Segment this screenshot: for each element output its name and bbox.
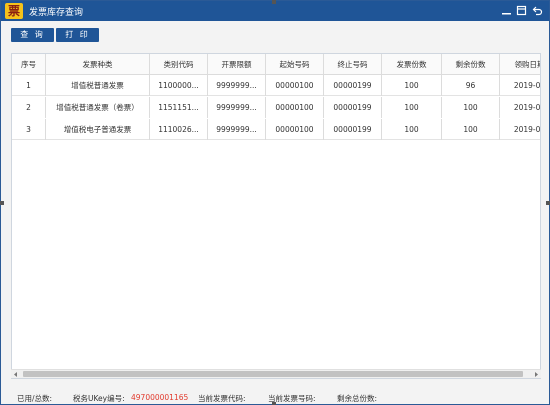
horizontal-scrollbar[interactable] (11, 369, 541, 378)
table-cell: 2019-09 (500, 97, 540, 118)
column-header[interactable]: 序号 (12, 54, 46, 75)
table-cell: 3 (12, 119, 46, 140)
column-header[interactable]: 终止号码 (324, 54, 382, 75)
table-cell: 1100000... (150, 75, 208, 96)
invoice-inventory-table: 序号发票种类类别代码开票限额起始号码终止号码发票份数剩余份数领购日期1增值税普通… (11, 53, 541, 379)
table-cell: 1 (12, 75, 46, 96)
table-cell: 00000199 (324, 97, 382, 118)
column-header[interactable]: 发票种类 (46, 54, 150, 75)
left-resize-handle[interactable] (0, 201, 4, 205)
title-bar[interactable]: 票 发票库存查询 (1, 1, 549, 21)
table-cell: 2 (12, 97, 46, 118)
print-button[interactable]: 打 印 (56, 28, 99, 42)
table-cell: 00000100 (266, 119, 324, 140)
used-total-label: 已用/总数: (17, 394, 53, 403)
status-bar: 已用/总数: 税务UKey编号: 497000001165 当前发票代码: 当前… (1, 393, 549, 405)
column-header[interactable]: 发票份数 (382, 54, 442, 75)
table-cell: 100 (382, 75, 442, 96)
window-title: 发票库存查询 (29, 8, 84, 18)
table-cell: 增值税普通发票 (46, 75, 150, 96)
table-cell: 00000199 (324, 75, 382, 96)
back-icon[interactable] (532, 5, 543, 16)
table-cell: 00000100 (266, 75, 324, 96)
column-header[interactable]: 开票限额 (208, 54, 266, 75)
remaining-total-label: 剩余总份数: (337, 394, 378, 403)
table-row[interactable]: 1 增值税普通发票 1100000... 9999999... 00000100 0000… (12, 75, 540, 96)
table-cell: 1110026... (150, 119, 208, 140)
scrollbar-thumb[interactable] (23, 371, 523, 377)
current-invoice-code-label: 当前发票代码: (198, 394, 246, 403)
column-header[interactable]: 类别代码 (150, 54, 208, 75)
table-cell: 100 (442, 119, 500, 140)
right-resize-handle[interactable] (546, 201, 550, 205)
current-invoice-number-label: 当前发票号码: (268, 394, 316, 403)
table-cell: 增值税电子普通发票 (46, 119, 150, 140)
maximize-icon[interactable] (516, 5, 527, 16)
table-header: 序号发票种类类别代码开票限额起始号码终止号码发票份数剩余份数领购日期 (12, 54, 541, 75)
table-cell: 增值税普通发票（卷票） (46, 97, 150, 118)
minimize-icon[interactable] (501, 5, 512, 16)
table-cell: 2019-09 (500, 75, 540, 96)
table-cell: 96 (442, 75, 500, 96)
table-cell: 9999999... (208, 97, 266, 118)
ukey-value: 497000001165 (131, 393, 189, 402)
table-row[interactable]: 2 增值税普通发票（卷票） 1151151... 9999999... 00000100… (12, 97, 540, 118)
table-cell: 1151151... (150, 97, 208, 118)
top-resize-handle[interactable] (272, 0, 276, 4)
inventory-window: 票 发票库存查询 查 询 打 印 序号 发票种类 类别代码 开票限额 起始号码 终止号码发… (0, 0, 550, 405)
table-cell: 9999999... (208, 75, 266, 96)
scroll-left-icon[interactable] (12, 371, 19, 378)
query-button[interactable]: 查 询 (11, 28, 54, 42)
table-cell: 9999999... (208, 119, 266, 140)
column-header[interactable]: 领购日期 (500, 54, 541, 75)
table-cell: 00000100 (266, 97, 324, 118)
table-cell: 100 (442, 97, 500, 118)
table-row[interactable]: 3 增值税电子普通发票 1110026... 9999999... 00000100 00… (12, 119, 540, 140)
table-cell: 2019-09 (500, 119, 540, 140)
column-header[interactable]: 剩余份数 (442, 54, 500, 75)
table-cell: 00000199 (324, 119, 382, 140)
table-cell: 100 (382, 119, 442, 140)
table-cell: 100 (382, 97, 442, 118)
ukey-label: 税务UKey编号: (73, 394, 125, 403)
scroll-right-icon[interactable] (533, 371, 540, 378)
column-header[interactable]: 起始号码 (266, 54, 324, 75)
app-logo-icon: 票 (5, 3, 23, 19)
